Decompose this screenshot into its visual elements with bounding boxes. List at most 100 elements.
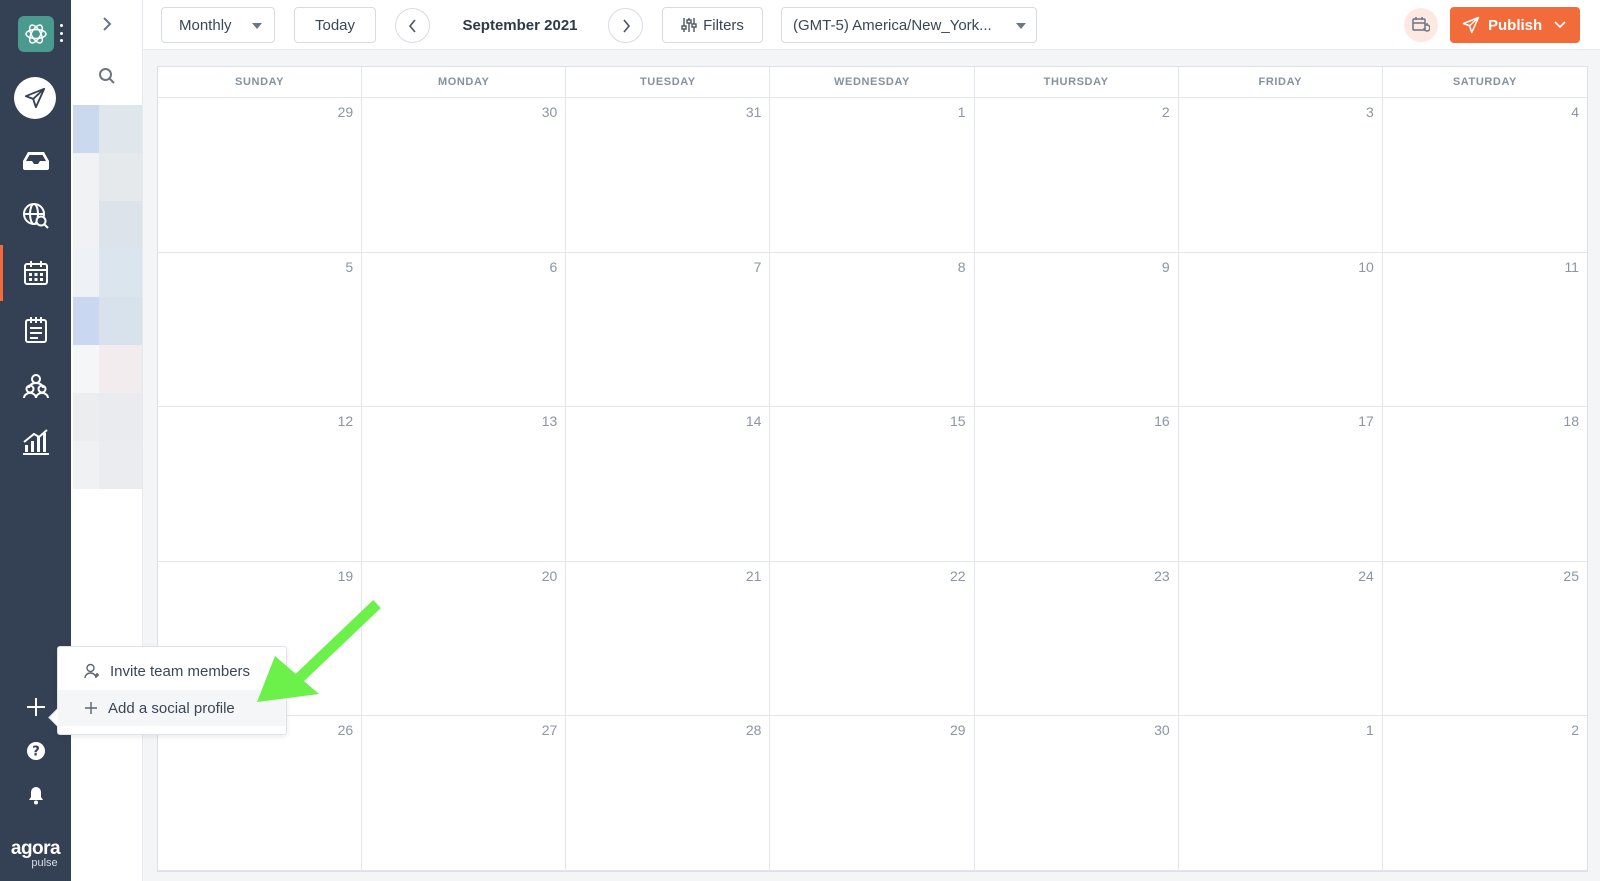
calendar-day-cell[interactable]: 4 bbox=[1382, 98, 1587, 253]
calendar-day-cell[interactable]: 8 bbox=[770, 252, 975, 408]
calendar-day-cell[interactable]: 11 bbox=[1382, 253, 1587, 408]
calendar-day-cell[interactable]: 29 bbox=[770, 716, 975, 871]
calendar-day-cell[interactable]: 3 bbox=[1178, 98, 1383, 253]
calendar-day-cell[interactable]: 1 bbox=[770, 98, 975, 253]
weekday-header-thursday: THURSDAY bbox=[974, 67, 1179, 98]
invite-team-members-label: Invite team members bbox=[110, 662, 251, 680]
calendar-day-cell[interactable]: 1 bbox=[1178, 716, 1383, 871]
calendar-day-cell[interactable]: 13 bbox=[362, 407, 567, 562]
day-number: 13 bbox=[541, 413, 558, 430]
day-number: 25 bbox=[1563, 567, 1579, 584]
nav-team-button[interactable] bbox=[0, 364, 71, 408]
calendar-day-cell[interactable]: 2 bbox=[1382, 716, 1587, 871]
nav-help-button[interactable]: ? bbox=[0, 729, 71, 773]
calendar-day-cell[interactable]: 25 bbox=[1382, 562, 1587, 717]
current-month-label: September 2021 bbox=[462, 16, 578, 34]
search-icon bbox=[99, 68, 115, 84]
calendar-day-cell[interactable]: 2 bbox=[974, 98, 1179, 253]
day-number: 9 bbox=[1161, 258, 1170, 275]
search-profiles-button[interactable] bbox=[95, 64, 119, 88]
day-number: 18 bbox=[1563, 413, 1579, 430]
invite-team-members-item[interactable]: Invite team members bbox=[58, 653, 286, 689]
day-number: 30 bbox=[1154, 722, 1170, 739]
sliders-icon bbox=[681, 18, 697, 32]
day-number: 19 bbox=[337, 567, 354, 584]
profiles-rail bbox=[71, 0, 143, 881]
day-number: 30 bbox=[541, 104, 558, 120]
weekday-header-tuesday: TUESDAY bbox=[566, 67, 771, 98]
calendar-day-cell[interactable]: 29 bbox=[158, 98, 363, 253]
day-number: 27 bbox=[541, 722, 558, 739]
workspace-logo-icon[interactable] bbox=[18, 16, 54, 52]
filters-button[interactable]: Filters bbox=[662, 7, 763, 43]
calendar-day-cell[interactable]: 17 bbox=[1178, 407, 1383, 562]
calendar-day-cell[interactable]: 31 bbox=[566, 98, 771, 253]
calendar-day-cell[interactable]: 9 bbox=[974, 252, 1179, 408]
calendar-sync-button[interactable] bbox=[1404, 8, 1438, 42]
expand-rail-button[interactable] bbox=[95, 12, 119, 36]
day-number: 20 bbox=[541, 567, 558, 584]
bell-icon bbox=[28, 787, 43, 805]
chevron-right-icon bbox=[103, 17, 112, 31]
day-number: 1 bbox=[1366, 722, 1374, 739]
day-number: 1 bbox=[957, 104, 966, 120]
calendar-day-cell[interactable]: 20 bbox=[362, 561, 567, 717]
brand-logo-subtext: pulse bbox=[31, 857, 58, 869]
day-number: 16 bbox=[1154, 413, 1170, 430]
nav-listening-button[interactable] bbox=[0, 194, 71, 238]
nav-notifications-button[interactable] bbox=[0, 773, 71, 817]
calendar-day-cell[interactable]: 7 bbox=[566, 252, 771, 408]
calendar-day-cell[interactable]: 18 bbox=[1382, 407, 1587, 562]
svg-text:?: ? bbox=[32, 745, 40, 760]
calendar-day-cell[interactable]: 14 bbox=[566, 407, 771, 562]
add-social-profile-label: Add a social profile bbox=[108, 699, 235, 717]
calendar-day-cell[interactable]: 21 bbox=[566, 561, 771, 717]
calendar-day-cell[interactable]: 28 bbox=[566, 716, 771, 871]
timezone-label: (GMT-5) America/New_York... bbox=[793, 16, 992, 34]
calendar-day-cell[interactable]: 26 bbox=[158, 716, 363, 871]
timezone-select[interactable]: (GMT-5) America/New_York... bbox=[781, 7, 1037, 43]
calendar-day-cell[interactable]: 15 bbox=[770, 407, 975, 562]
month-calendar-grid: SUNDAY MONDAY TUESDAY WEDNESDAY THURSDAY FRID… bbox=[157, 66, 1588, 872]
calendar-day-cell[interactable]: 27 bbox=[362, 716, 567, 871]
nav-calendar-button[interactable] bbox=[0, 245, 71, 301]
weekday-header-sunday: SUNDAY bbox=[158, 67, 363, 98]
compose-icon[interactable] bbox=[14, 77, 56, 119]
day-number: 17 bbox=[1358, 413, 1374, 430]
next-month-button[interactable] bbox=[608, 8, 643, 43]
calendar-icon bbox=[23, 261, 48, 285]
nav-reports-button[interactable] bbox=[0, 420, 71, 464]
calendar-day-cell[interactable]: 22 bbox=[770, 561, 975, 717]
day-number: 21 bbox=[745, 567, 762, 584]
nav-planner-button[interactable] bbox=[0, 308, 71, 352]
calendar-day-cell[interactable]: 16 bbox=[974, 407, 1179, 562]
publish-label: Publish bbox=[1488, 16, 1543, 34]
day-number: 3 bbox=[1366, 104, 1374, 120]
previous-month-button[interactable] bbox=[395, 8, 430, 43]
calendar-day-cell[interactable]: 12 bbox=[158, 407, 363, 562]
publish-button[interactable]: Publish bbox=[1450, 7, 1580, 43]
weekday-header-saturday: SATURDAY bbox=[1382, 67, 1587, 98]
calendar-day-cell[interactable]: 30 bbox=[362, 98, 567, 253]
annotation-arrow-icon bbox=[257, 600, 381, 702]
calendar-day-cell[interactable]: 23 bbox=[974, 561, 1179, 717]
add-social-profile-item[interactable]: Add a social profile bbox=[58, 690, 286, 726]
today-button[interactable]: Today bbox=[294, 7, 376, 43]
day-number: 23 bbox=[1154, 567, 1170, 584]
day-number: 6 bbox=[549, 258, 558, 275]
day-number: 14 bbox=[745, 413, 762, 430]
view-mode-select[interactable]: Monthly bbox=[161, 7, 275, 43]
calendar-day-cell[interactable]: 24 bbox=[1178, 561, 1383, 717]
calendar-day-cell[interactable]: 10 bbox=[1178, 252, 1383, 408]
main-nav: ? agora pulse bbox=[0, 0, 71, 881]
day-number: 2 bbox=[1571, 722, 1579, 739]
bar-chart-icon bbox=[22, 429, 49, 455]
weekday-header-wednesday: WEDNESDAY bbox=[770, 67, 975, 98]
calendar-day-cell[interactable]: 30 bbox=[974, 716, 1179, 871]
calendar-day-cell[interactable]: 6 bbox=[362, 252, 567, 408]
nav-inbox-button[interactable] bbox=[0, 138, 71, 182]
chevron-left-icon bbox=[408, 18, 416, 33]
day-number: 29 bbox=[949, 722, 966, 739]
calendar-day-cell[interactable]: 5 bbox=[158, 252, 363, 408]
workspace-menu-icon[interactable] bbox=[60, 24, 64, 42]
